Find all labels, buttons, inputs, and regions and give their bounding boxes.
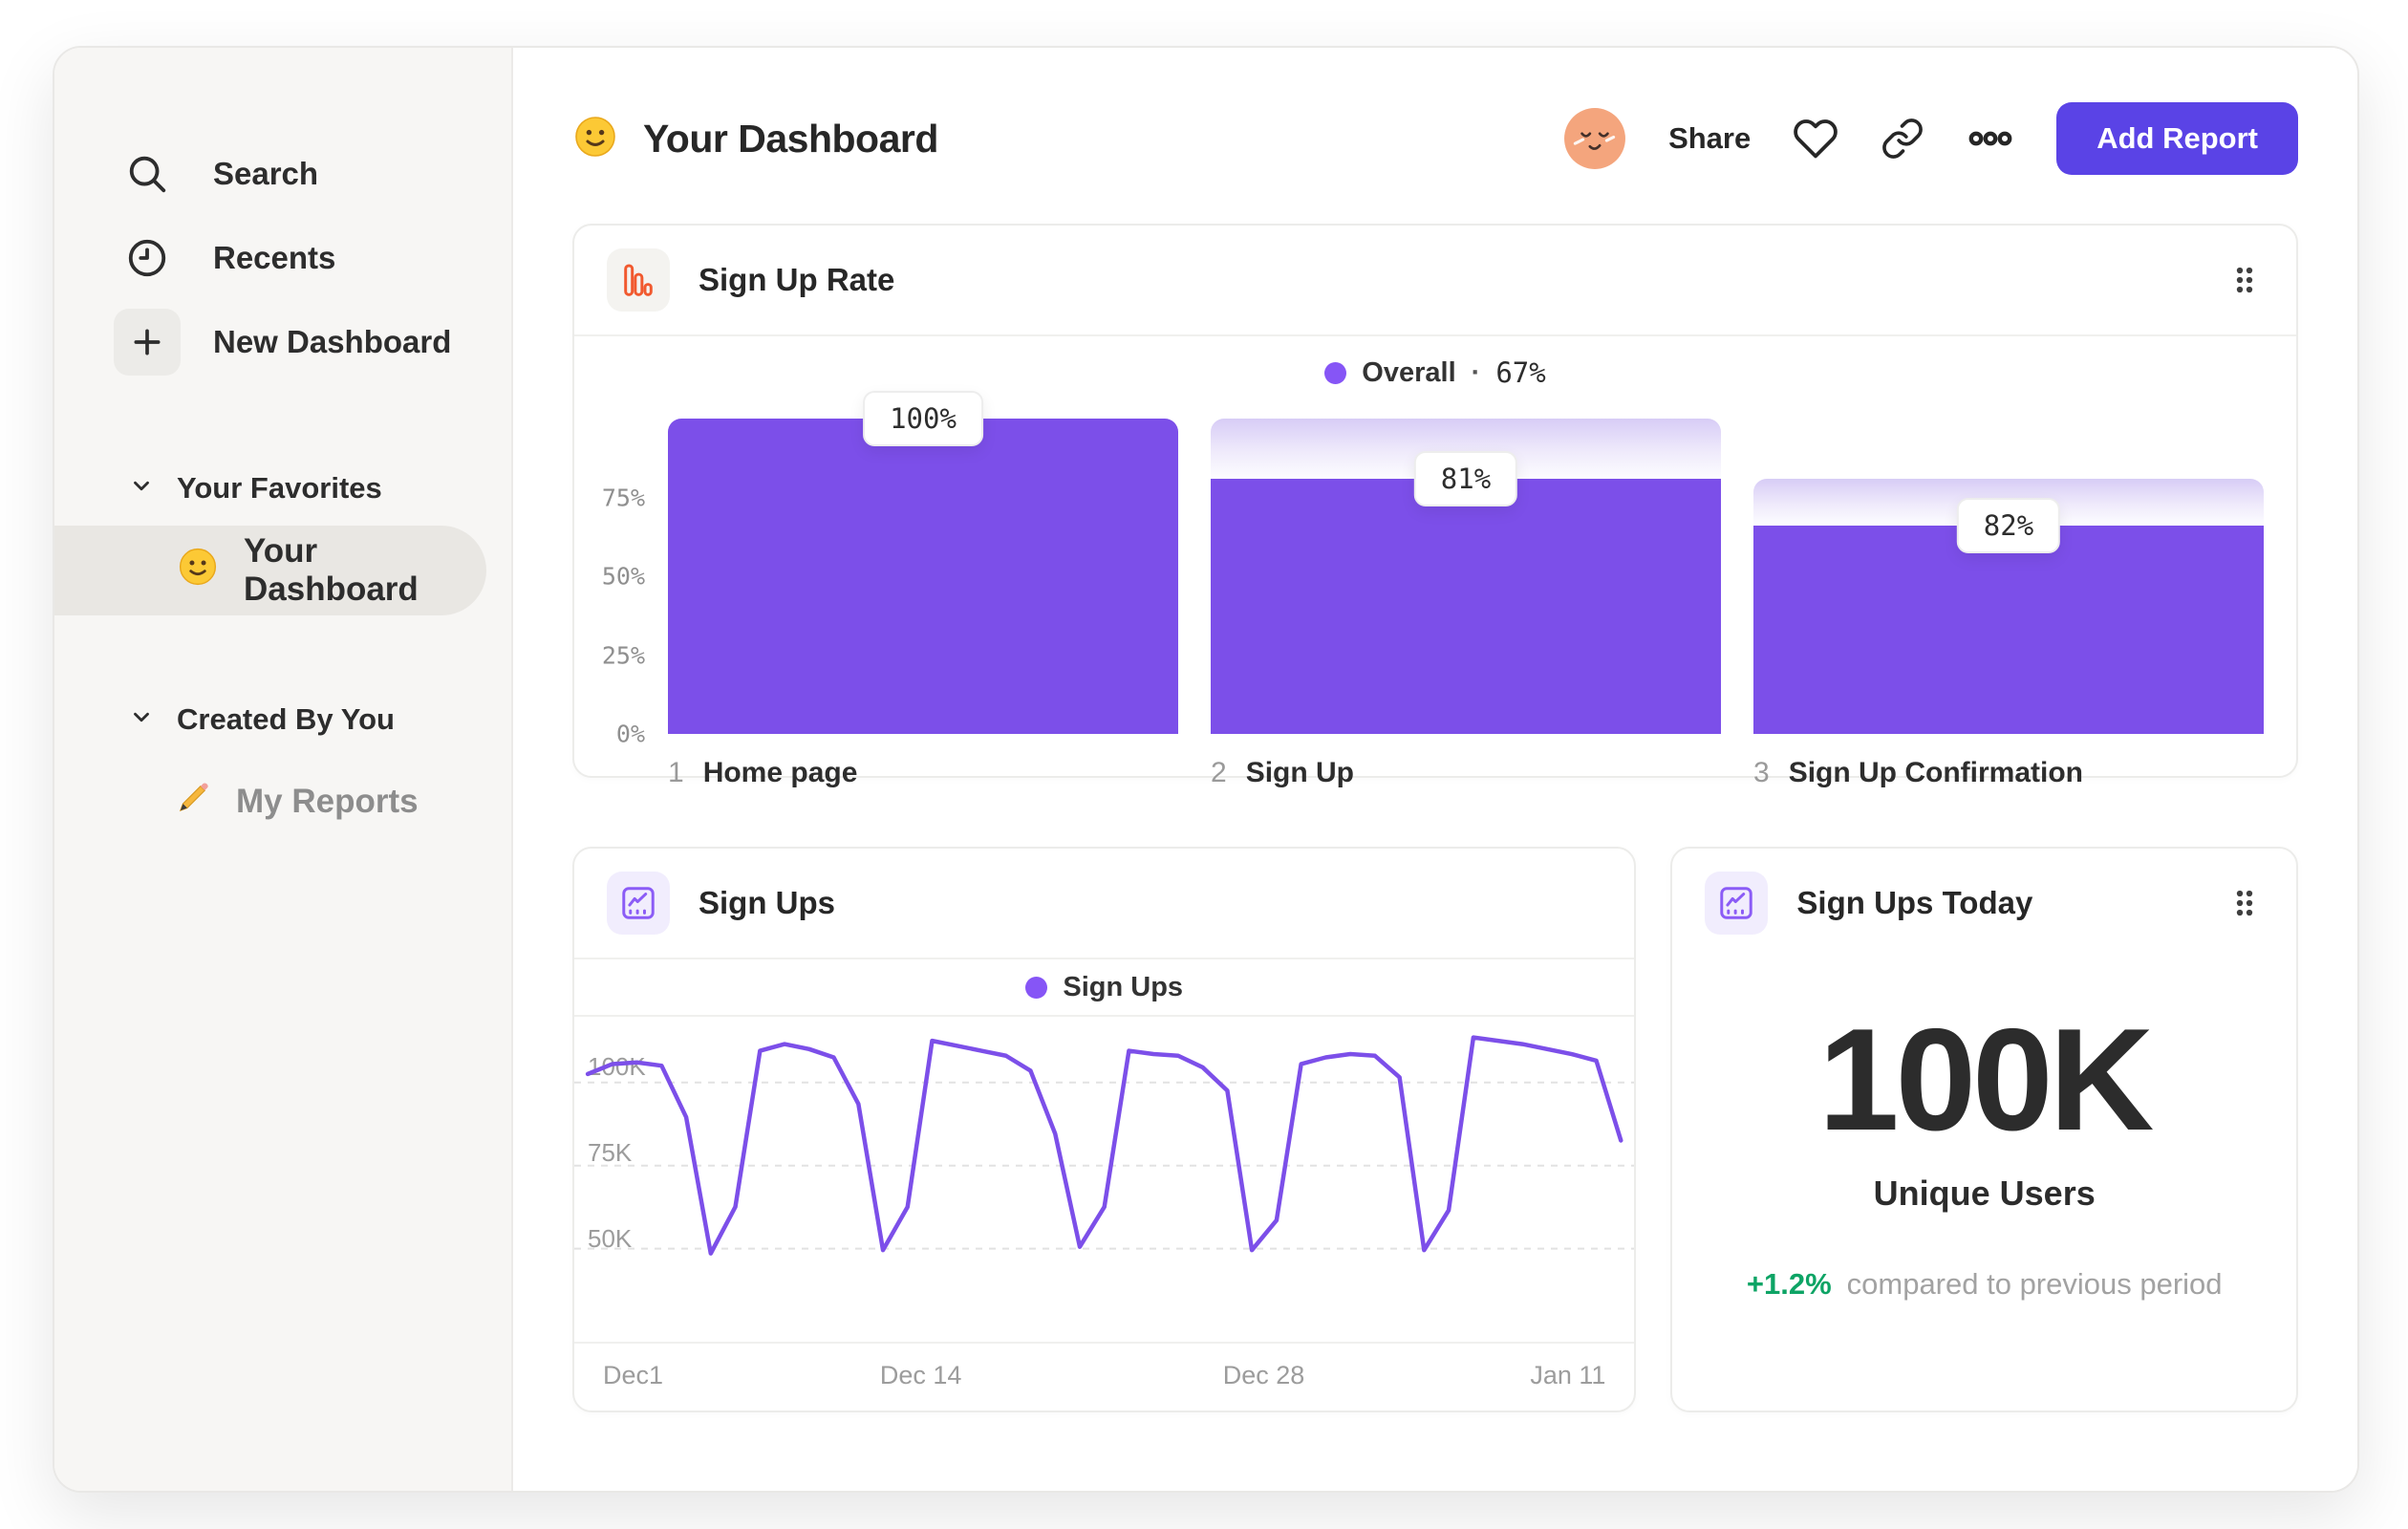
sidebar-item-my-reports[interactable]: My Reports — [54, 761, 511, 843]
more-options-icon[interactable] — [1967, 115, 2014, 162]
section-label: Created By You — [177, 702, 395, 736]
legend-overall-value: 67% — [1495, 356, 1546, 389]
legend-series-name: Overall — [1362, 356, 1456, 388]
section-label: Your Favorites — [177, 471, 382, 505]
card-title: Sign Ups — [699, 885, 836, 920]
sidebar-item-recents[interactable]: Recents — [54, 216, 511, 300]
sidebar-item-new-dashboard[interactable]: New Dashboard — [54, 300, 511, 384]
chevron-down-icon — [129, 471, 154, 506]
legend-dot-icon — [1025, 976, 1048, 999]
funnel-y-tick: 75% — [601, 484, 645, 511]
drag-handle-icon[interactable] — [2225, 884, 2264, 922]
line-x-tick: Jan 11 — [1530, 1361, 1606, 1389]
funnel-y-axis: 0% 25% 50% 75% — [584, 419, 668, 748]
favorite-heart-icon[interactable] — [1793, 116, 1838, 162]
funnel-chart: 0% 25% 50% 75% 100% 81% 82% — [574, 391, 2296, 748]
chevron-down-icon — [129, 702, 154, 737]
funnel-step-bar[interactable]: 81% — [1211, 419, 1721, 734]
line-chart-x-axis: Dec1 Dec 14 Dec 28 Jan 11 — [574, 1344, 1634, 1411]
step-name: Sign Up Confirmation — [1788, 757, 2083, 788]
sidebar-item-your-dashboard[interactable]: Your Dashboard — [54, 526, 486, 615]
sidebar-section-created-by-you[interactable]: Created By You — [54, 692, 511, 747]
line-chart-plot: 50K 75K 100K — [574, 1017, 1635, 1344]
funnel-step-label: 3 Sign Up Confirmation — [1753, 757, 2264, 789]
step-index: 2 — [1211, 757, 1227, 788]
funnel-converted-area — [1211, 478, 1721, 734]
funnel-bars: 100% 81% 82% — [668, 391, 2264, 734]
funnel-y-tick: 0% — [615, 720, 645, 748]
sidebar-section-your-favorites[interactable]: Your Favorites — [54, 461, 511, 516]
line-legend: Sign Ups — [574, 959, 1635, 1017]
conversion-badge: 81% — [1413, 450, 1518, 506]
dashboard-header: Your Dashboard Share Add Report — [572, 59, 2298, 218]
step-index: 1 — [668, 757, 684, 788]
line-chart-icon — [1705, 872, 1769, 935]
metric-label: Unique Users — [1873, 1174, 2096, 1213]
sidebar: Search Recents New Dashboard Your Favori… — [54, 48, 513, 1491]
funnel-step-label: 2 Sign Up — [1211, 757, 1721, 789]
step-name: Home page — [702, 757, 858, 788]
bar-chart-icon — [607, 248, 670, 312]
sidebar-item-label: New Dashboard — [213, 324, 452, 359]
search-icon — [114, 140, 181, 207]
step-name: Sign Up — [1245, 757, 1355, 788]
line-x-tick: Dec 28 — [1222, 1361, 1305, 1389]
add-report-button[interactable]: Add Report — [2056, 102, 2298, 175]
line-x-tick: Dec 14 — [879, 1361, 962, 1389]
line-chart-icon — [607, 872, 670, 935]
sidebar-item-label: Your Dashboard — [244, 532, 419, 608]
line-x-tick: Dec1 — [603, 1361, 664, 1389]
app-window: Search Recents New Dashboard Your Favori… — [53, 46, 2359, 1493]
metric-delta: +1.2% — [1746, 1267, 1832, 1301]
funnel-y-tick: 25% — [601, 641, 645, 669]
copy-link-icon[interactable] — [1881, 117, 1924, 161]
funnel-step-label: 1 Home page — [668, 757, 1178, 789]
legend-series-name: Sign Ups — [1063, 971, 1184, 1002]
drag-handle-icon[interactable] — [2225, 261, 2264, 299]
card-title: Sign Up Rate — [699, 262, 895, 297]
main-content: Your Dashboard Share Add Report Sign Up … — [513, 48, 2357, 1491]
funnel-step-bar[interactable]: 100% — [668, 391, 1178, 734]
share-button[interactable]: Share — [1668, 121, 1751, 156]
smiley-emoji-icon — [572, 114, 618, 164]
pencil-emoji-icon — [173, 778, 213, 827]
funnel-converted-area — [668, 419, 1178, 734]
page-title: Your Dashboard — [643, 116, 938, 161]
funnel-step-labels: 1 Home page 2 Sign Up 3 Sign Up Confirmation — [574, 734, 2296, 789]
step-index: 3 — [1753, 757, 1770, 788]
sign-up-rate-card: Sign Up Rate Overall · 67% 0% 25% 50% 75% 1… — [572, 224, 2298, 788]
funnel-y-tick: 50% — [601, 562, 645, 591]
smiley-emoji-icon — [177, 546, 219, 596]
funnel-legend: Overall · 67% — [574, 336, 2296, 409]
sidebar-item-label: My Reports — [236, 783, 419, 820]
plus-icon — [114, 309, 181, 376]
funnel-step-bar[interactable]: 82% — [1753, 419, 2264, 734]
avatar[interactable] — [1563, 107, 1626, 170]
sign-ups-line-series — [588, 1038, 1621, 1254]
conversion-badge: 100% — [863, 391, 983, 446]
sign-ups-today-card: Sign Ups Today 100K Unique Users +1.2% c… — [1670, 847, 2298, 1412]
legend-dot-icon — [1324, 361, 1347, 384]
funnel-converted-area — [1753, 526, 2264, 734]
legend-separator: · — [1471, 356, 1481, 388]
sidebar-item-search[interactable]: Search — [54, 132, 511, 216]
sidebar-item-label: Recents — [213, 240, 336, 275]
metric-value: 100K — [1818, 999, 2154, 1161]
sidebar-item-label: Search — [213, 156, 319, 191]
conversion-badge: 82% — [1956, 498, 2061, 554]
clock-icon — [114, 225, 181, 291]
card-title: Sign Ups Today — [1796, 885, 2033, 920]
metric-delta-note: compared to previous period — [1846, 1267, 2223, 1301]
sign-ups-card: Sign Ups Sign Ups 50K 75K 100K Dec1 Dec 14 D… — [572, 847, 1637, 1412]
